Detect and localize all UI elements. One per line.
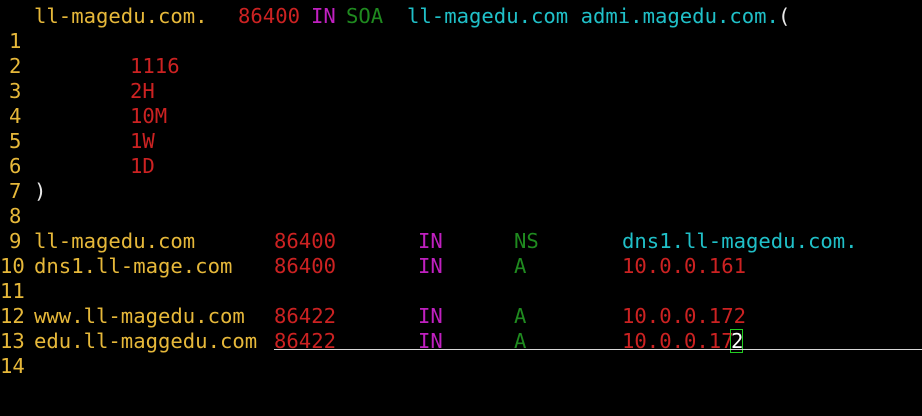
editor-line-2: 2 [0, 29, 50, 78]
record-name: www.ll-magedu.com [34, 304, 245, 328]
soa-target: ll-magedu.com admi.magedu.com. [407, 4, 779, 28]
editor-line-7: 7 1D [0, 154, 155, 203]
zone-origin: ll-magedu.com. [34, 4, 208, 28]
record-name: edu.ll-maggedu.com [34, 329, 258, 353]
record-type: NS [514, 229, 539, 253]
editor-line-13: 13 www.ll-magedu.com 86422 IN A 10.0.0.1… [0, 304, 746, 353]
soa-minimum: 1D [130, 154, 155, 178]
record-address: 10.0.0.172 [622, 304, 746, 328]
record-address: 10.0.0.161 [622, 254, 746, 278]
cursorline-underline [274, 349, 922, 350]
record-class: IN [418, 329, 443, 353]
soa-refresh: 2H [130, 79, 155, 103]
ttl-value: 86400 [238, 4, 300, 28]
editor-line-8: 8 ) [0, 179, 50, 228]
record-class: IN [418, 254, 443, 278]
editor-line-4: 4 2H [0, 79, 155, 128]
soa-serial: 1116 [130, 54, 180, 78]
ttl-value: 86400 [274, 254, 336, 278]
editor-line-14: 14 edu.ll-maggedu.com 86422 IN A 10.0.0.… [0, 329, 743, 378]
ttl-value: 86400 [274, 229, 336, 253]
record-name: dns1.ll-mage.com [34, 254, 233, 278]
record-name: ll-magedu.com [34, 229, 196, 253]
open-paren: ( [778, 4, 791, 28]
soa-expire: 1W [130, 129, 155, 153]
record-type: A [514, 304, 527, 328]
ttl-value: 86422 [274, 329, 336, 353]
close-paren: ) [34, 179, 47, 203]
editor-line-12: 12 [0, 279, 50, 328]
record-class: IN [311, 4, 336, 28]
ttl-value: 86422 [274, 304, 336, 328]
editor-line-10: 10 ll-magedu.com 86400 IN NS dns1.ll-mag… [0, 229, 858, 278]
record-type: A [514, 254, 527, 278]
record-type: SOA [346, 4, 384, 28]
editor-line-9: 9 [0, 204, 50, 253]
record-type: A [514, 329, 527, 353]
editor-line-6: 6 1W [0, 129, 155, 178]
editor-line-5: 5 10M [0, 104, 167, 153]
soa-retry: 10M [130, 104, 168, 128]
record-class: IN [418, 304, 443, 328]
terminal-editor[interactable]: 1 ll-magedu.com. 86400 IN SOA ll-magedu.… [0, 0, 922, 416]
record-target: dns1.ll-magedu.com. [622, 229, 858, 253]
editor-line-1: 1 ll-magedu.com. 86400 IN SOA ll-magedu.… [0, 4, 790, 53]
editor-line-11: 11 dns1.ll-mage.com 86400 IN A 10.0.0.16… [0, 254, 746, 303]
editor-line-3: 3 1116 [0, 54, 180, 103]
record-address: 10.0.0.17 [622, 329, 734, 353]
record-class: IN [418, 229, 443, 253]
line-number: 14 [0, 354, 25, 378]
